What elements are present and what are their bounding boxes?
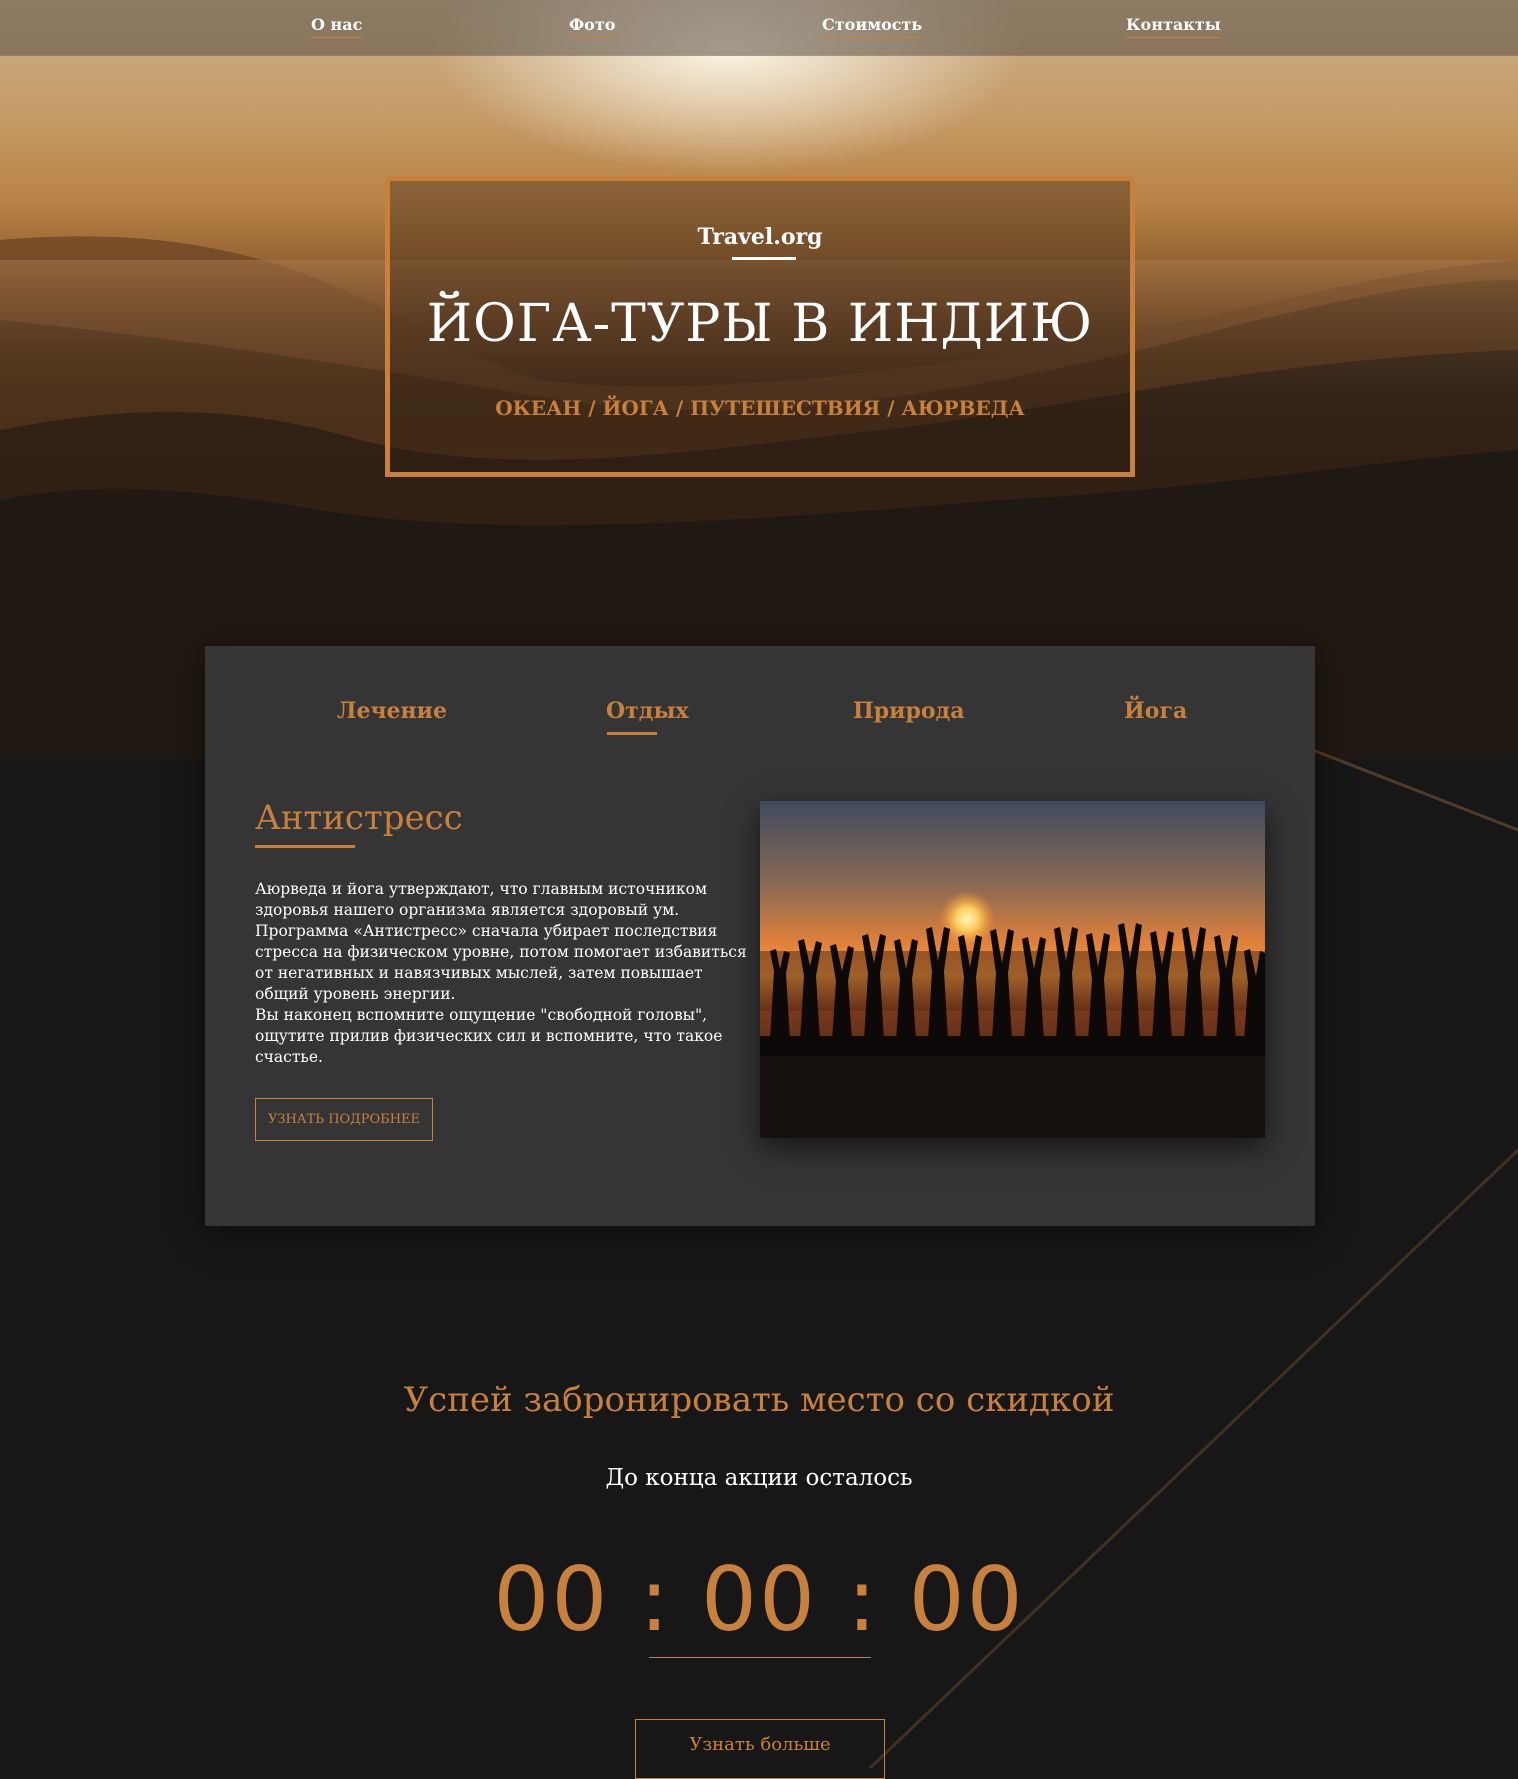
learn-details-button[interactable]: УЗНАТЬ ПОДРОБНЕЕ: [255, 1098, 433, 1141]
timer-separator: :: [846, 1548, 879, 1651]
booking-title: Успей забронировать место со скидкой: [403, 1380, 1115, 1420]
content-description: Аюрведа и йога утверждают, что главным и…: [255, 879, 755, 1068]
timer-hours: 00: [493, 1548, 610, 1651]
brand-logo[interactable]: Travel.org: [390, 224, 1130, 250]
content-paragraph: Вы наконец вспомните ощущение "свободной…: [255, 1006, 723, 1066]
brand-underline: [732, 257, 796, 260]
tab-nature[interactable]: Природа: [853, 698, 964, 724]
tab-treatment[interactable]: Лечение: [337, 698, 447, 724]
learn-more-button[interactable]: Узнать больше: [635, 1719, 885, 1779]
programs-card: Лечение Отдых Природа Йога Антистресс Аю…: [205, 646, 1315, 1226]
content-title-underline: [255, 845, 355, 848]
hero-subtitle: ОКЕАН / ЙОГА / ПУТЕШЕСТВИЯ / АЮРВЕДА: [495, 396, 1025, 420]
timer-separator: :: [639, 1548, 672, 1651]
content-title: Антистресс: [255, 798, 463, 838]
hero-title: ЙОГА-ТУРЫ В ИНДИЮ: [426, 294, 1094, 354]
timer-underline: [649, 1657, 871, 1658]
active-tab-indicator: [607, 732, 657, 735]
top-navigation: О нас Фото Стоимость Контакты: [0, 0, 1518, 56]
nav-link-photo[interactable]: Фото: [569, 15, 616, 38]
countdown-timer: 00 : 00 : 00: [0, 1548, 1518, 1651]
timer-seconds: 00: [908, 1548, 1025, 1651]
content-paragraph: Аюрведа и йога утверждают, что главным и…: [255, 880, 747, 1003]
nav-link-about[interactable]: О нас: [311, 15, 363, 38]
nav-link-price[interactable]: Стоимость: [822, 15, 923, 38]
sunset-group-photo: [760, 801, 1265, 1138]
timer-minutes: 00: [701, 1548, 817, 1651]
tab-rest[interactable]: Отдых: [606, 698, 689, 724]
booking-subtitle: До конца акции осталось: [605, 1465, 913, 1491]
nav-link-contacts[interactable]: Контакты: [1126, 15, 1221, 38]
tab-yoga[interactable]: Йога: [1124, 698, 1187, 724]
hero-title-box: Travel.org ЙОГА-ТУРЫ В ИНДИЮ ОКЕАН / ЙОГ…: [385, 176, 1135, 477]
